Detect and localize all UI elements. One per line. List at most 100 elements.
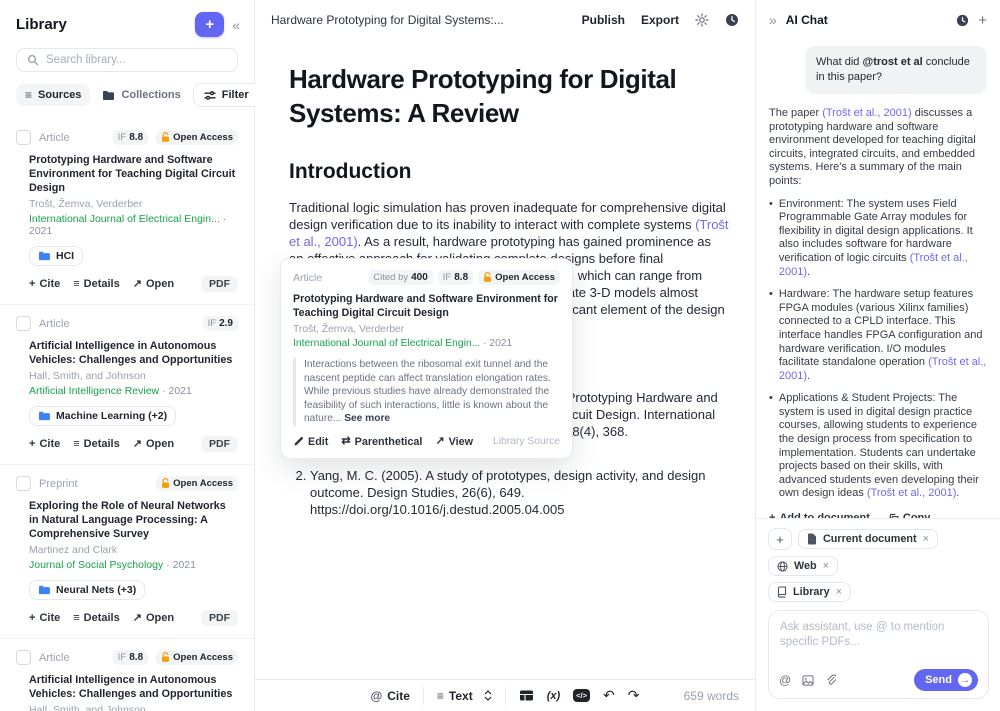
collection-tag-chip[interactable]: HCI — [29, 246, 84, 266]
source-card[interactable]: Article IF 8.8 Open Access Prototyping Ha… — [0, 119, 254, 305]
bullet-icon: • — [769, 392, 773, 405]
chat-history-clock-icon[interactable] — [956, 14, 969, 27]
tab-collections[interactable]: Collections — [102, 89, 181, 101]
paperclip-icon[interactable] — [825, 674, 837, 686]
details-button[interactable]: ≡ Details — [73, 438, 120, 450]
folder-icon — [38, 411, 50, 421]
view-source-button[interactable]: ↗ View — [435, 436, 473, 448]
close-icon[interactable]: × — [836, 586, 842, 598]
source-card-list: Article IF 8.8 Open Access Prototyping Ha… — [0, 119, 254, 711]
history-clock-icon[interactable] — [725, 13, 739, 27]
collapse-chat-icon[interactable]: » — [769, 12, 777, 28]
collapse-sidebar-icon[interactable]: « — [232, 17, 240, 33]
card-checkbox[interactable] — [16, 476, 31, 491]
popup-title: Prototyping Hardware and Software Enviro… — [293, 293, 558, 319]
open-button[interactable]: ↗ Open — [133, 438, 174, 450]
context-chip-current-document[interactable]: Current document × — [798, 529, 939, 549]
impact-factor-badge: IF 2.9 — [202, 316, 238, 331]
pdf-button[interactable]: PDF — [201, 276, 238, 292]
gear-icon[interactable] — [695, 13, 709, 27]
details-button[interactable]: ≡ Details — [73, 612, 120, 624]
mention: @trost et al — [862, 56, 923, 68]
add-context-button[interactable]: + — [768, 528, 792, 550]
context-chip-web[interactable]: Web × — [768, 556, 839, 576]
chat-input[interactable] — [769, 611, 988, 661]
doc-heading: Hardware Prototyping for Digital Systems… — [289, 64, 677, 128]
card-type-label: Preprint — [39, 477, 78, 490]
list-icon: ≡ — [73, 277, 80, 290]
list-icon: ≡ — [73, 611, 80, 624]
close-icon[interactable]: × — [823, 560, 829, 572]
list-icon: ≡ — [73, 437, 80, 450]
card-type-label: Article — [39, 317, 70, 330]
export-button[interactable]: Export — [641, 13, 679, 27]
image-icon[interactable] — [802, 674, 814, 686]
external-link-icon: ↗ — [435, 435, 445, 447]
open-button[interactable]: ↗ Open — [133, 612, 174, 624]
source-card[interactable]: Preprint Open Access Exploring the Role … — [0, 465, 254, 639]
insert-equation-button[interactable]: (x) — [547, 690, 560, 702]
open-access-badge: Open Access — [156, 130, 238, 145]
popup-type-label: Article — [293, 271, 323, 284]
cite-button[interactable]: + Cite — [29, 278, 60, 290]
assistant-bullet-list: • Environment: The system uses Field Pro… — [769, 198, 987, 501]
edit-citation-button[interactable]: Edit — [293, 436, 328, 448]
document-body[interactable]: Hardware Prototyping for Digital Systems… — [255, 40, 755, 679]
add-source-button[interactable]: + — [195, 12, 225, 37]
library-tabs: ≡ Sources Collections Filter — [16, 83, 260, 107]
inline-citation[interactable]: (Trošt et al., 2001) — [822, 107, 911, 119]
document-icon — [807, 533, 817, 545]
chat-input-box[interactable]: @ Send → — [768, 610, 989, 699]
cited-by-badge: Cited by 400 — [368, 270, 433, 285]
redo-button[interactable]: ↷ — [628, 687, 640, 704]
library-source-label: Library Source — [493, 436, 560, 447]
card-checkbox[interactable] — [16, 130, 31, 145]
open-access-badge: Open Access — [478, 270, 560, 285]
card-checkbox[interactable] — [16, 650, 31, 665]
publish-button[interactable]: Publish — [582, 13, 625, 27]
mention-at-icon[interactable]: @ — [779, 674, 791, 686]
card-title: Artificial Intelligence in Autonomous Ve… — [29, 674, 233, 700]
lock-icon — [483, 272, 492, 283]
popup-abstract: Interactions between the ribosomal exit … — [293, 358, 560, 426]
document-title-breadcrumb: Hardware Prototyping for Digital Systems… — [271, 13, 504, 27]
send-button[interactable]: Send → — [914, 669, 978, 691]
tab-sources[interactable]: ≡ Sources — [16, 84, 91, 106]
details-button[interactable]: ≡ Details — [73, 278, 120, 290]
text-style-select[interactable]: ≡ Text — [437, 689, 492, 703]
send-arrow-icon: → — [958, 673, 972, 687]
context-chip-library[interactable]: Library × — [768, 582, 852, 602]
open-access-badge: Open Access — [156, 650, 238, 665]
search-input[interactable] — [46, 54, 227, 66]
folder-icon — [38, 585, 50, 595]
bullet-item: • Applications & Student Projects: The s… — [769, 392, 979, 500]
toolbar-divider — [504, 686, 506, 705]
collection-tag-chip[interactable]: Machine Learning (+2) — [29, 406, 177, 426]
editor-header: Hardware Prototyping for Digital Systems… — [255, 0, 755, 40]
pdf-button[interactable]: PDF — [201, 610, 238, 626]
cite-tool-button[interactable]: @ Cite — [371, 689, 410, 703]
close-icon[interactable]: × — [923, 533, 929, 545]
card-checkbox[interactable] — [16, 316, 31, 331]
collection-tag-chip[interactable]: Neural Nets (+3) — [29, 580, 146, 600]
bullet-item: • Hardware: The hardware setup features … — [769, 288, 987, 382]
filter-button[interactable]: Filter — [192, 83, 260, 107]
source-card[interactable]: Article IF 2.9 Artificial Intelligence in… — [0, 305, 254, 465]
undo-button[interactable]: ↶ — [603, 687, 615, 704]
parenthetical-toggle[interactable]: ⇄ Parenthetical — [341, 436, 422, 448]
inline-citation[interactable]: (Trošt et al., 2001) — [867, 487, 956, 499]
cite-button[interactable]: + Cite — [29, 438, 60, 450]
chat-composer: + Current document × Web × Library × @ — [756, 518, 1000, 711]
source-card[interactable]: Article IF 8.8 Open Access Artificial Int… — [0, 639, 254, 711]
see-more-link[interactable]: See more — [344, 413, 390, 424]
open-button[interactable]: ↗ Open — [133, 278, 174, 290]
cite-button[interactable]: + Cite — [29, 612, 60, 624]
pencil-icon — [293, 436, 304, 447]
library-header: Library + « — [0, 0, 254, 37]
new-chat-icon[interactable]: + — [978, 13, 987, 28]
insert-table-button[interactable] — [519, 689, 534, 702]
library-search[interactable] — [16, 48, 238, 72]
folder-icon — [102, 90, 115, 101]
pdf-button[interactable]: PDF — [201, 436, 238, 452]
insert-code-block-button[interactable]: </> — [573, 688, 590, 703]
